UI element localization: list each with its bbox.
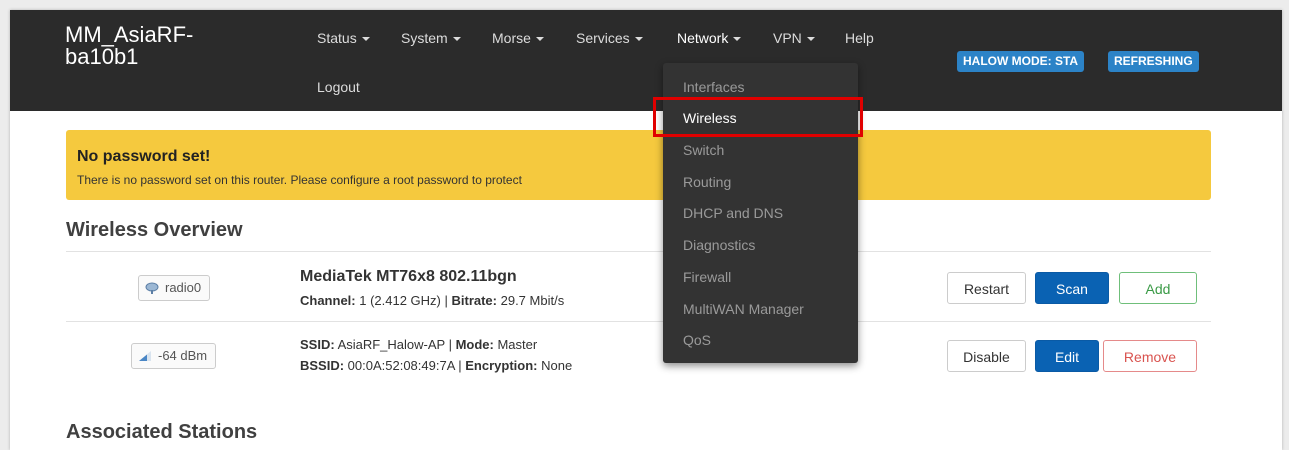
menu-status[interactable]: Status bbox=[317, 30, 370, 46]
dropdown-item-routing[interactable]: Routing bbox=[683, 174, 731, 190]
bssid-label: BSSID: bbox=[300, 358, 345, 373]
halow-mode-badge: HALOW MODE: STA bbox=[957, 51, 1085, 72]
chevron-down-icon bbox=[733, 37, 742, 42]
channel-value: 1 (2.412 GHz) | bbox=[355, 293, 452, 308]
scan-button[interactable]: Scan bbox=[1035, 272, 1109, 304]
menu-network-label: Network bbox=[677, 30, 729, 46]
menu-vpn-label: VPN bbox=[773, 30, 802, 46]
restart-button[interactable]: Restart bbox=[947, 272, 1026, 304]
bitrate-value: 29.7 Mbit/s bbox=[497, 293, 565, 308]
alert-text: There is no password set on this router.… bbox=[77, 173, 522, 187]
browser-viewport: MM_AsiaRF- ba10b1 Status System Morse Se… bbox=[10, 10, 1282, 450]
menu-system[interactable]: System bbox=[401, 30, 461, 46]
bssid-line: BSSID: 00:0A:52:08:49:7A | Encryption: N… bbox=[300, 358, 572, 373]
brand-hostname[interactable]: MM_AsiaRF- ba10b1 bbox=[65, 24, 245, 68]
chevron-down-icon bbox=[535, 37, 544, 42]
associated-stations-heading: Associated Stations bbox=[66, 421, 258, 443]
signal-strength-icon bbox=[139, 350, 151, 361]
signal-strength-badge: -64 dBm bbox=[131, 343, 217, 369]
wifi-radio-icon bbox=[145, 282, 159, 294]
menu-services[interactable]: Services bbox=[576, 30, 643, 46]
signal-label: -64 dBm bbox=[158, 348, 208, 363]
edit-button[interactable]: Edit bbox=[1035, 340, 1099, 372]
dropdown-item-dhcp-dns[interactable]: DHCP and DNS bbox=[683, 205, 783, 221]
dropdown-item-firewall[interactable]: Firewall bbox=[683, 269, 731, 285]
menu-network[interactable]: Network bbox=[677, 30, 742, 46]
row-divider bbox=[66, 321, 1211, 322]
mode-label: Mode: bbox=[455, 337, 494, 352]
brand-line-2: ba10b1 bbox=[65, 44, 139, 69]
menu-services-label: Services bbox=[576, 30, 630, 46]
chevron-down-icon bbox=[361, 37, 370, 42]
radio-label: radio0 bbox=[165, 280, 202, 295]
top-navbar: MM_AsiaRF- ba10b1 Status System Morse Se… bbox=[10, 10, 1282, 111]
menu-vpn[interactable]: VPN bbox=[773, 30, 815, 46]
menu-morse-label: Morse bbox=[492, 30, 531, 46]
wireless-overview-heading: Wireless Overview bbox=[66, 219, 243, 241]
dropdown-item-qos[interactable]: QoS bbox=[683, 332, 711, 348]
menu-system-label: System bbox=[401, 30, 448, 46]
remove-button[interactable]: Remove bbox=[1103, 340, 1197, 372]
menu-help[interactable]: Help bbox=[845, 30, 874, 46]
encryption-label: Encryption: bbox=[465, 358, 538, 373]
refreshing-badge: REFRESHING bbox=[1108, 51, 1199, 72]
dropdown-item-diagnostics[interactable]: Diagnostics bbox=[683, 237, 755, 253]
chevron-down-icon bbox=[452, 37, 461, 42]
ssid-label: SSID: bbox=[300, 337, 335, 352]
add-button[interactable]: Add bbox=[1119, 272, 1197, 304]
dropdown-item-interfaces[interactable]: Interfaces bbox=[683, 79, 744, 95]
ssid-value: AsiaRF_Halow-AP | bbox=[334, 337, 456, 352]
bssid-value: 00:0A:52:08:49:7A | bbox=[344, 358, 466, 373]
chevron-down-icon bbox=[634, 37, 643, 42]
device-name: MediaTek MT76x8 802.11bgn bbox=[300, 268, 517, 285]
mode-value: Master bbox=[493, 337, 538, 352]
menu-status-label: Status bbox=[317, 30, 357, 46]
menu-morse[interactable]: Morse bbox=[492, 30, 544, 46]
wireless-highlight-box bbox=[653, 97, 863, 137]
dropdown-item-multiwan-manager[interactable]: MultiWAN Manager bbox=[683, 301, 804, 317]
radio-device-badge: radio0 bbox=[138, 275, 211, 301]
encryption-value: None bbox=[537, 358, 573, 373]
menu-logout[interactable]: Logout bbox=[317, 79, 360, 95]
chevron-down-icon bbox=[806, 37, 815, 42]
no-password-alert: No password set! There is no password se… bbox=[66, 130, 1211, 200]
dropdown-item-switch[interactable]: Switch bbox=[683, 142, 724, 158]
ssid-line: SSID: AsiaRF_Halow-AP | Mode: Master bbox=[300, 337, 537, 352]
disable-button[interactable]: Disable bbox=[947, 340, 1026, 372]
device-info-line: Channel: 1 (2.412 GHz) | Bitrate: 29.7 M… bbox=[300, 293, 564, 308]
bitrate-label: Bitrate: bbox=[451, 293, 497, 308]
brand-line-1: MM_AsiaRF- bbox=[65, 22, 194, 47]
section-divider bbox=[66, 251, 1211, 252]
alert-title: No password set! bbox=[77, 148, 211, 165]
channel-label: Channel: bbox=[300, 293, 356, 308]
